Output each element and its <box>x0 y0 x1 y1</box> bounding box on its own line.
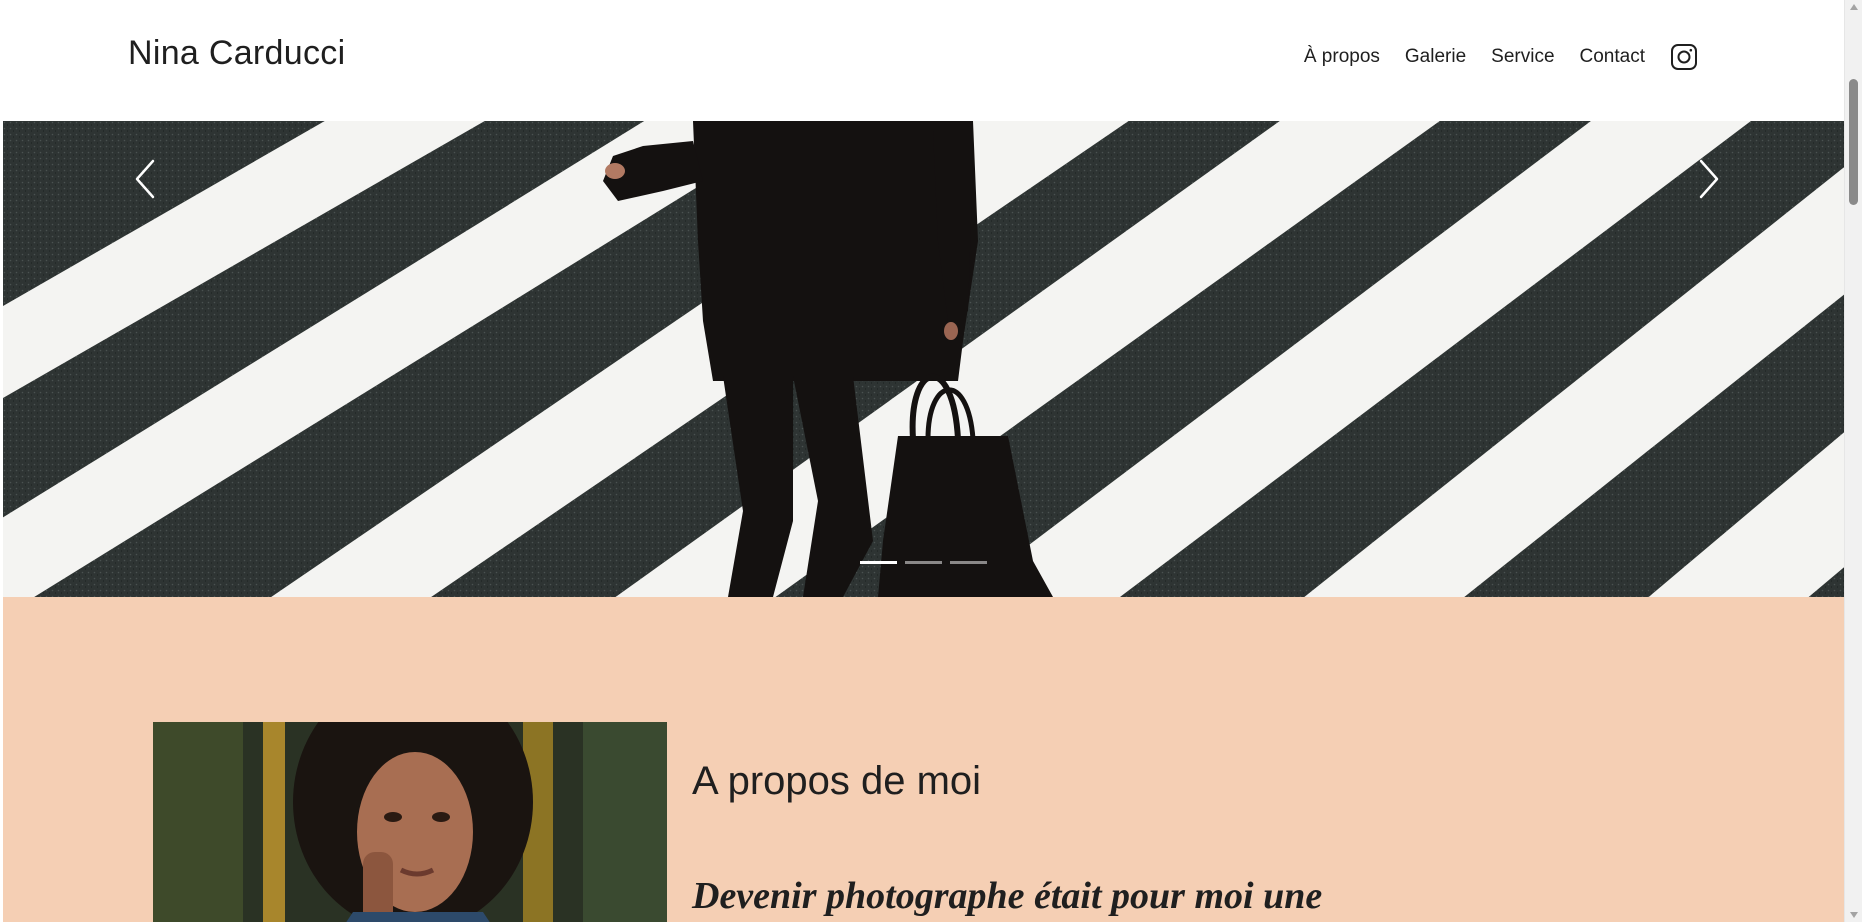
nav-link-a-propos[interactable]: À propos <box>1304 46 1380 68</box>
scroll-up-icon[interactable] <box>1850 4 1858 10</box>
hero-carousel <box>3 121 1844 597</box>
carousel-indicators <box>860 561 987 564</box>
scroll-thumb[interactable] <box>1849 79 1858 205</box>
site-header: Nina Carducci À propos Galerie Service C… <box>3 0 1844 121</box>
carousel-prev-button[interactable] <box>125 151 165 207</box>
portrait-photo <box>153 722 667 922</box>
chevron-right-icon <box>1699 159 1719 199</box>
about-title: A propos de moi <box>692 759 982 803</box>
carousel-indicator-1[interactable] <box>860 561 897 564</box>
chevron-left-icon <box>135 159 155 199</box>
page-scrollbar[interactable] <box>1844 0 1862 922</box>
nav-link-galerie[interactable]: Galerie <box>1405 46 1466 68</box>
carousel-indicator-2[interactable] <box>905 561 942 564</box>
page-viewport: Nina Carducci À propos Galerie Service C… <box>3 0 1844 922</box>
nav-link-service[interactable]: Service <box>1491 46 1554 68</box>
carousel-indicator-3[interactable] <box>950 561 987 564</box>
about-section: A propos de moi Devenir photographe étai… <box>3 597 1844 922</box>
main-nav: À propos Galerie Service Contact <box>1279 43 1698 71</box>
brand-name[interactable]: Nina Carducci <box>128 34 345 73</box>
scroll-down-icon[interactable] <box>1850 912 1858 918</box>
nav-link-contact[interactable]: Contact <box>1580 46 1645 68</box>
carousel-next-button[interactable] <box>1689 151 1729 207</box>
about-quote: Devenir photographe était pour moi une <box>692 875 1323 917</box>
instagram-icon[interactable] <box>1670 43 1698 71</box>
carousel-slide-image <box>3 121 1844 597</box>
